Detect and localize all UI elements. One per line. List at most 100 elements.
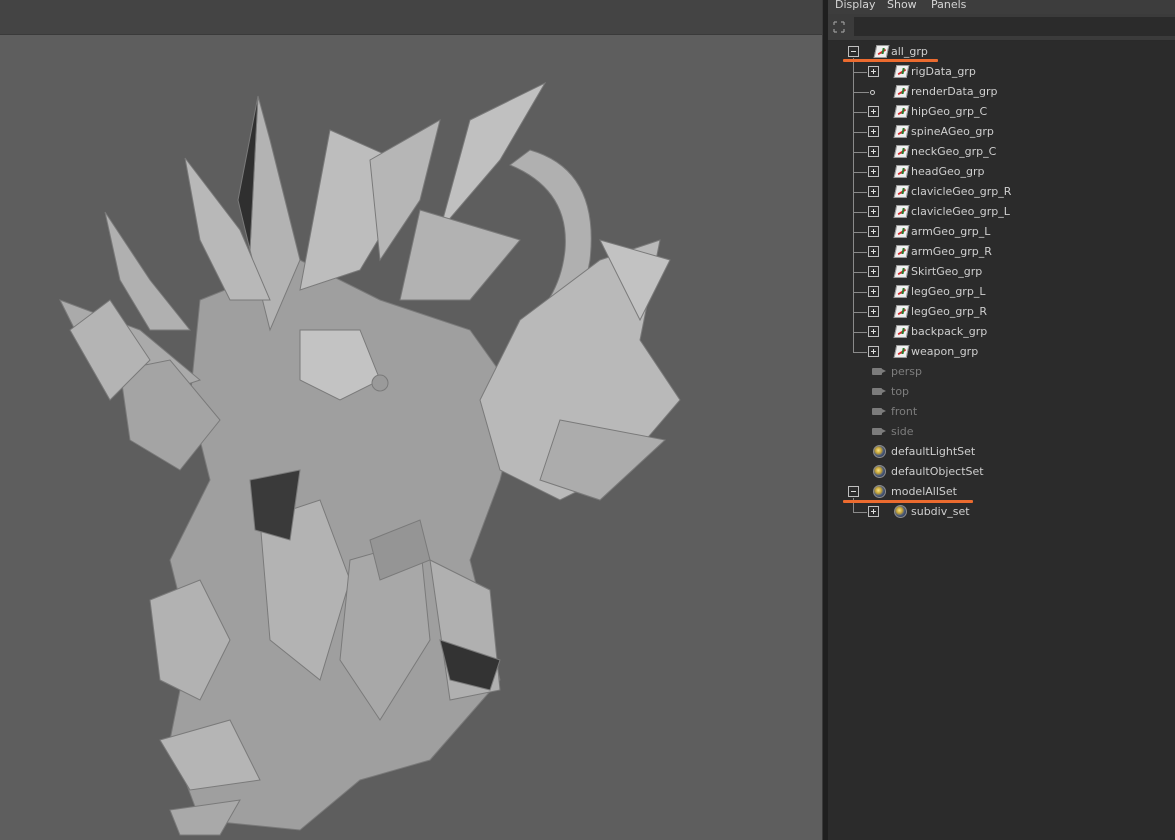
item-label: front — [891, 405, 918, 418]
filter-icon[interactable] — [833, 21, 845, 33]
tree-line — [853, 252, 867, 253]
outliner-item-headgeo-grp[interactable]: headGeo_grp — [828, 162, 1175, 182]
tree-line — [853, 132, 867, 133]
menu-panels[interactable]: Panels — [931, 0, 966, 11]
outliner-item-persp[interactable]: persp — [828, 362, 1175, 382]
object-set-icon — [894, 505, 907, 518]
expand-icon[interactable] — [868, 146, 879, 157]
object-set-icon — [873, 485, 886, 498]
outliner-item-spineageo-grp[interactable]: spineAGeo_grp — [828, 122, 1175, 142]
outliner-search-row — [828, 14, 1175, 41]
expand-icon[interactable] — [868, 106, 879, 117]
transform-group-icon — [893, 185, 910, 198]
outliner-item-side[interactable]: side — [828, 422, 1175, 442]
tree-line — [853, 232, 867, 233]
expand-icon[interactable] — [868, 166, 879, 177]
item-label: renderData_grp — [911, 85, 998, 98]
outliner-item-claviclegeo-grp-r[interactable]: clavicleGeo_grp_R — [828, 182, 1175, 202]
item-label: top — [891, 385, 910, 398]
expand-icon[interactable] — [868, 326, 879, 337]
item-label: weapon_grp — [911, 345, 979, 358]
outliner-item-neckgeo-grp-c[interactable]: neckGeo_grp_C — [828, 142, 1175, 162]
item-label: modelAllSet — [891, 485, 957, 498]
outliner-item-weapon-grp[interactable]: weapon_grp — [828, 342, 1175, 362]
tree-line — [853, 512, 867, 513]
outliner-item-renderdata-grp[interactable]: renderData_grp — [828, 82, 1175, 102]
outliner-item-armgeo-grp-r[interactable]: armGeo_grp_R — [828, 242, 1175, 262]
tree-line — [853, 352, 867, 353]
item-label: defaultObjectSet — [891, 465, 984, 478]
item-label: SkirtGeo_grp — [911, 265, 983, 278]
outliner-item-modelallset[interactable]: modelAllSet — [828, 482, 1175, 502]
tree-line — [853, 272, 867, 273]
menu-show[interactable]: Show — [887, 0, 917, 11]
transform-group-icon — [893, 345, 910, 358]
character-model-render — [58, 81, 681, 836]
outliner-item-backpack-grp[interactable]: backpack_grp — [828, 322, 1175, 342]
expand-icon[interactable] — [868, 206, 879, 217]
outliner-item-rigdata-grp[interactable]: rigData_grp — [828, 62, 1175, 82]
tree-line — [853, 292, 867, 293]
expand-icon[interactable] — [868, 346, 879, 357]
tree-line — [853, 172, 867, 173]
collapse-icon[interactable] — [848, 46, 859, 57]
transform-group-icon — [893, 245, 910, 258]
item-label: clavicleGeo_grp_L — [911, 205, 1010, 218]
tree-line — [853, 112, 867, 113]
viewport-toolbar — [0, 0, 822, 35]
tree-line — [853, 332, 867, 333]
outliner-item-defaultobjectset[interactable]: defaultObjectSet — [828, 462, 1175, 482]
outliner-item-hipgeo-grp-c[interactable]: hipGeo_grp_C — [828, 102, 1175, 122]
search-input[interactable] — [854, 17, 1175, 36]
expand-icon[interactable] — [868, 266, 879, 277]
item-label: legGeo_grp_R — [911, 305, 987, 318]
tree-line — [853, 312, 867, 313]
collapse-icon[interactable] — [848, 486, 859, 497]
tree-line — [853, 152, 867, 153]
object-set-icon — [873, 465, 886, 478]
expand-icon[interactable] — [868, 66, 879, 77]
expand-icon[interactable] — [868, 306, 879, 317]
item-label: headGeo_grp — [911, 165, 985, 178]
transform-group-icon — [893, 105, 910, 118]
outliner-item-leggeo-grp-l[interactable]: legGeo_grp_L — [828, 282, 1175, 302]
outliner-item-armgeo-grp-l[interactable]: armGeo_grp_L — [828, 222, 1175, 242]
outliner-item-front[interactable]: front — [828, 402, 1175, 422]
camera-icon — [872, 368, 882, 375]
item-label: hipGeo_grp_C — [911, 105, 988, 118]
expand-icon[interactable] — [868, 186, 879, 197]
item-label: side — [891, 425, 914, 438]
expand-icon[interactable] — [868, 226, 879, 237]
outliner-item-subdiv-set[interactable]: subdiv_set — [828, 502, 1175, 522]
outliner-item-leggeo-grp-r[interactable]: legGeo_grp_R — [828, 302, 1175, 322]
transform-group-icon — [893, 305, 910, 318]
item-label: neckGeo_grp_C — [911, 145, 997, 158]
outliner-item-skirtgeo-grp[interactable]: SkirtGeo_grp — [828, 262, 1175, 282]
camera-icon — [872, 408, 882, 415]
object-set-icon — [873, 445, 886, 458]
camera-icon — [872, 388, 882, 395]
item-label: legGeo_grp_L — [911, 285, 986, 298]
transform-group-icon — [893, 225, 910, 238]
transform-group-icon — [893, 325, 910, 338]
outliner-item-claviclegeo-grp-l[interactable]: clavicleGeo_grp_L — [828, 202, 1175, 222]
item-label: subdiv_set — [911, 505, 970, 518]
tree-line — [853, 192, 867, 193]
outliner-item-defaultlightset[interactable]: defaultLightSet — [828, 442, 1175, 462]
outliner-panel: Display Show Panels all_grp rigData_grp … — [828, 0, 1175, 840]
menu-display[interactable]: Display — [835, 0, 876, 11]
item-label: defaultLightSet — [891, 445, 976, 458]
expand-icon[interactable] — [868, 506, 879, 517]
expand-icon[interactable] — [868, 286, 879, 297]
expand-icon[interactable] — [868, 246, 879, 257]
outliner-item-top[interactable]: top — [828, 382, 1175, 402]
item-label: rigData_grp — [911, 65, 976, 78]
tree-line — [853, 212, 867, 213]
expand-icon[interactable] — [868, 126, 879, 137]
item-label: armGeo_grp_L — [911, 225, 991, 238]
leaf-node-icon — [870, 90, 875, 95]
transform-group-icon — [873, 45, 890, 58]
transform-group-icon — [893, 145, 910, 158]
viewport-panel[interactable] — [0, 0, 822, 840]
transform-group-icon — [893, 125, 910, 138]
